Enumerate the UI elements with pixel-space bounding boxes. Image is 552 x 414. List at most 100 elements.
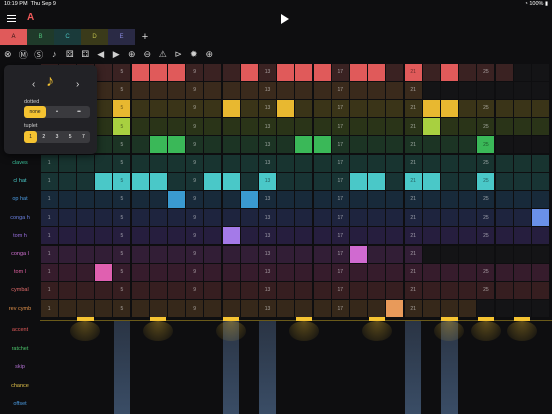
step-cell[interactable]: 17 xyxy=(331,99,349,117)
step-cell[interactable] xyxy=(440,118,459,136)
step-cell[interactable] xyxy=(95,63,113,81)
step-cell[interactable] xyxy=(495,209,513,227)
step-cell[interactable] xyxy=(495,300,513,318)
step-cell[interactable] xyxy=(513,63,531,81)
step-cell[interactable] xyxy=(76,263,95,281)
step-cell[interactable] xyxy=(76,154,95,172)
step-cell[interactable] xyxy=(477,81,495,99)
step-cell[interactable] xyxy=(149,190,167,208)
step-cell[interactable] xyxy=(240,245,258,263)
step-cell[interactable]: 17 xyxy=(331,263,349,281)
step-cell[interactable] xyxy=(149,281,167,299)
dice-icon[interactable]: ⚄ xyxy=(62,47,78,62)
step-cell[interactable] xyxy=(76,209,95,227)
step-cell[interactable] xyxy=(295,63,313,81)
step-cell[interactable] xyxy=(513,227,531,245)
step-cell[interactable] xyxy=(440,190,459,208)
step-cell[interactable] xyxy=(222,136,240,154)
step-cell[interactable] xyxy=(204,118,222,136)
step-cell[interactable] xyxy=(149,118,167,136)
step-cell[interactable] xyxy=(58,227,76,245)
step-cell[interactable] xyxy=(149,263,167,281)
step-cell[interactable] xyxy=(386,245,404,263)
step-cell[interactable]: 25 xyxy=(477,281,495,299)
step-cell[interactable] xyxy=(368,136,386,154)
play-icon[interactable] xyxy=(281,14,289,24)
tuplet-option[interactable]: 2 xyxy=(37,131,50,143)
step-cell[interactable] xyxy=(349,172,368,190)
step-cell[interactable] xyxy=(531,172,550,190)
step-cell[interactable] xyxy=(422,118,440,136)
step-cell[interactable] xyxy=(495,99,513,117)
step-cell[interactable] xyxy=(240,281,258,299)
step-cell[interactable] xyxy=(440,209,459,227)
step-cell[interactable] xyxy=(204,136,222,154)
step-cell[interactable] xyxy=(167,63,186,81)
tab-c[interactable]: C xyxy=(54,29,81,45)
step-cell[interactable] xyxy=(313,227,331,245)
step-cell[interactable] xyxy=(295,99,313,117)
settings-icon[interactable]: ✹ xyxy=(186,47,202,62)
step-cell[interactable] xyxy=(422,99,440,117)
step-cell[interactable] xyxy=(386,281,404,299)
step-cell[interactable]: 25 xyxy=(477,172,495,190)
lane-label-ratchet[interactable]: ratchet xyxy=(0,346,40,352)
step-cell[interactable] xyxy=(495,136,513,154)
step-cell[interactable] xyxy=(349,227,368,245)
step-cell[interactable] xyxy=(349,81,368,99)
step-cell[interactable] xyxy=(440,63,459,81)
step-cell[interactable] xyxy=(222,300,240,318)
step-cell[interactable] xyxy=(422,209,440,227)
step-cell[interactable] xyxy=(495,118,513,136)
step-cell[interactable]: 25 xyxy=(477,63,495,81)
step-cell[interactable]: 5 xyxy=(113,281,131,299)
step-cell[interactable] xyxy=(240,118,258,136)
track-label[interactable]: cymbal xyxy=(0,281,40,299)
step-cell[interactable] xyxy=(58,172,76,190)
step-cell[interactable] xyxy=(386,209,404,227)
step-cell[interactable]: 13 xyxy=(258,190,277,208)
step-cell[interactable] xyxy=(295,263,313,281)
step-cell[interactable] xyxy=(349,63,368,81)
step-cell[interactable] xyxy=(240,154,258,172)
step-cell[interactable] xyxy=(149,227,167,245)
step-cell[interactable] xyxy=(349,263,368,281)
step-cell[interactable]: 21 xyxy=(404,172,422,190)
step-cell[interactable]: 9 xyxy=(186,209,204,227)
step-cell[interactable] xyxy=(349,136,368,154)
step-cell[interactable] xyxy=(204,99,222,117)
step-cell[interactable]: 17 xyxy=(331,118,349,136)
step-cell[interactable]: 5 xyxy=(113,154,131,172)
step-cell[interactable] xyxy=(386,190,404,208)
step-cell[interactable] xyxy=(204,281,222,299)
step-cell[interactable]: 21 xyxy=(404,154,422,172)
dotted-option[interactable]: •• xyxy=(68,106,90,118)
step-cell[interactable]: 21 xyxy=(404,190,422,208)
step-cell[interactable] xyxy=(95,99,113,117)
step-cell[interactable] xyxy=(131,281,149,299)
step-cell[interactable] xyxy=(131,172,149,190)
step-cell[interactable] xyxy=(167,263,186,281)
step-cell[interactable] xyxy=(240,209,258,227)
step-cell[interactable] xyxy=(222,209,240,227)
next-length-icon[interactable]: › xyxy=(76,79,79,90)
step-cell[interactable] xyxy=(368,99,386,117)
step-cell[interactable] xyxy=(349,281,368,299)
step-cell[interactable]: 13 xyxy=(258,209,277,227)
step-cell[interactable] xyxy=(513,209,531,227)
step-cell[interactable] xyxy=(58,300,76,318)
step-cell[interactable] xyxy=(277,81,295,99)
step-cell[interactable]: 21 xyxy=(404,136,422,154)
dice-alt-icon[interactable]: ⚃ xyxy=(78,47,94,62)
step-cell[interactable] xyxy=(495,172,513,190)
step-cell[interactable] xyxy=(277,63,295,81)
tab-b[interactable]: B xyxy=(27,29,54,45)
dotted-option[interactable]: • xyxy=(46,106,68,118)
step-cell[interactable]: 5 xyxy=(113,245,131,263)
step-cell[interactable] xyxy=(313,172,331,190)
tuplet-option[interactable]: 7 xyxy=(77,131,90,143)
step-cell[interactable]: 17 xyxy=(331,209,349,227)
step-cell[interactable]: 21 xyxy=(404,209,422,227)
step-cell[interactable] xyxy=(240,172,258,190)
step-cell[interactable] xyxy=(422,63,440,81)
